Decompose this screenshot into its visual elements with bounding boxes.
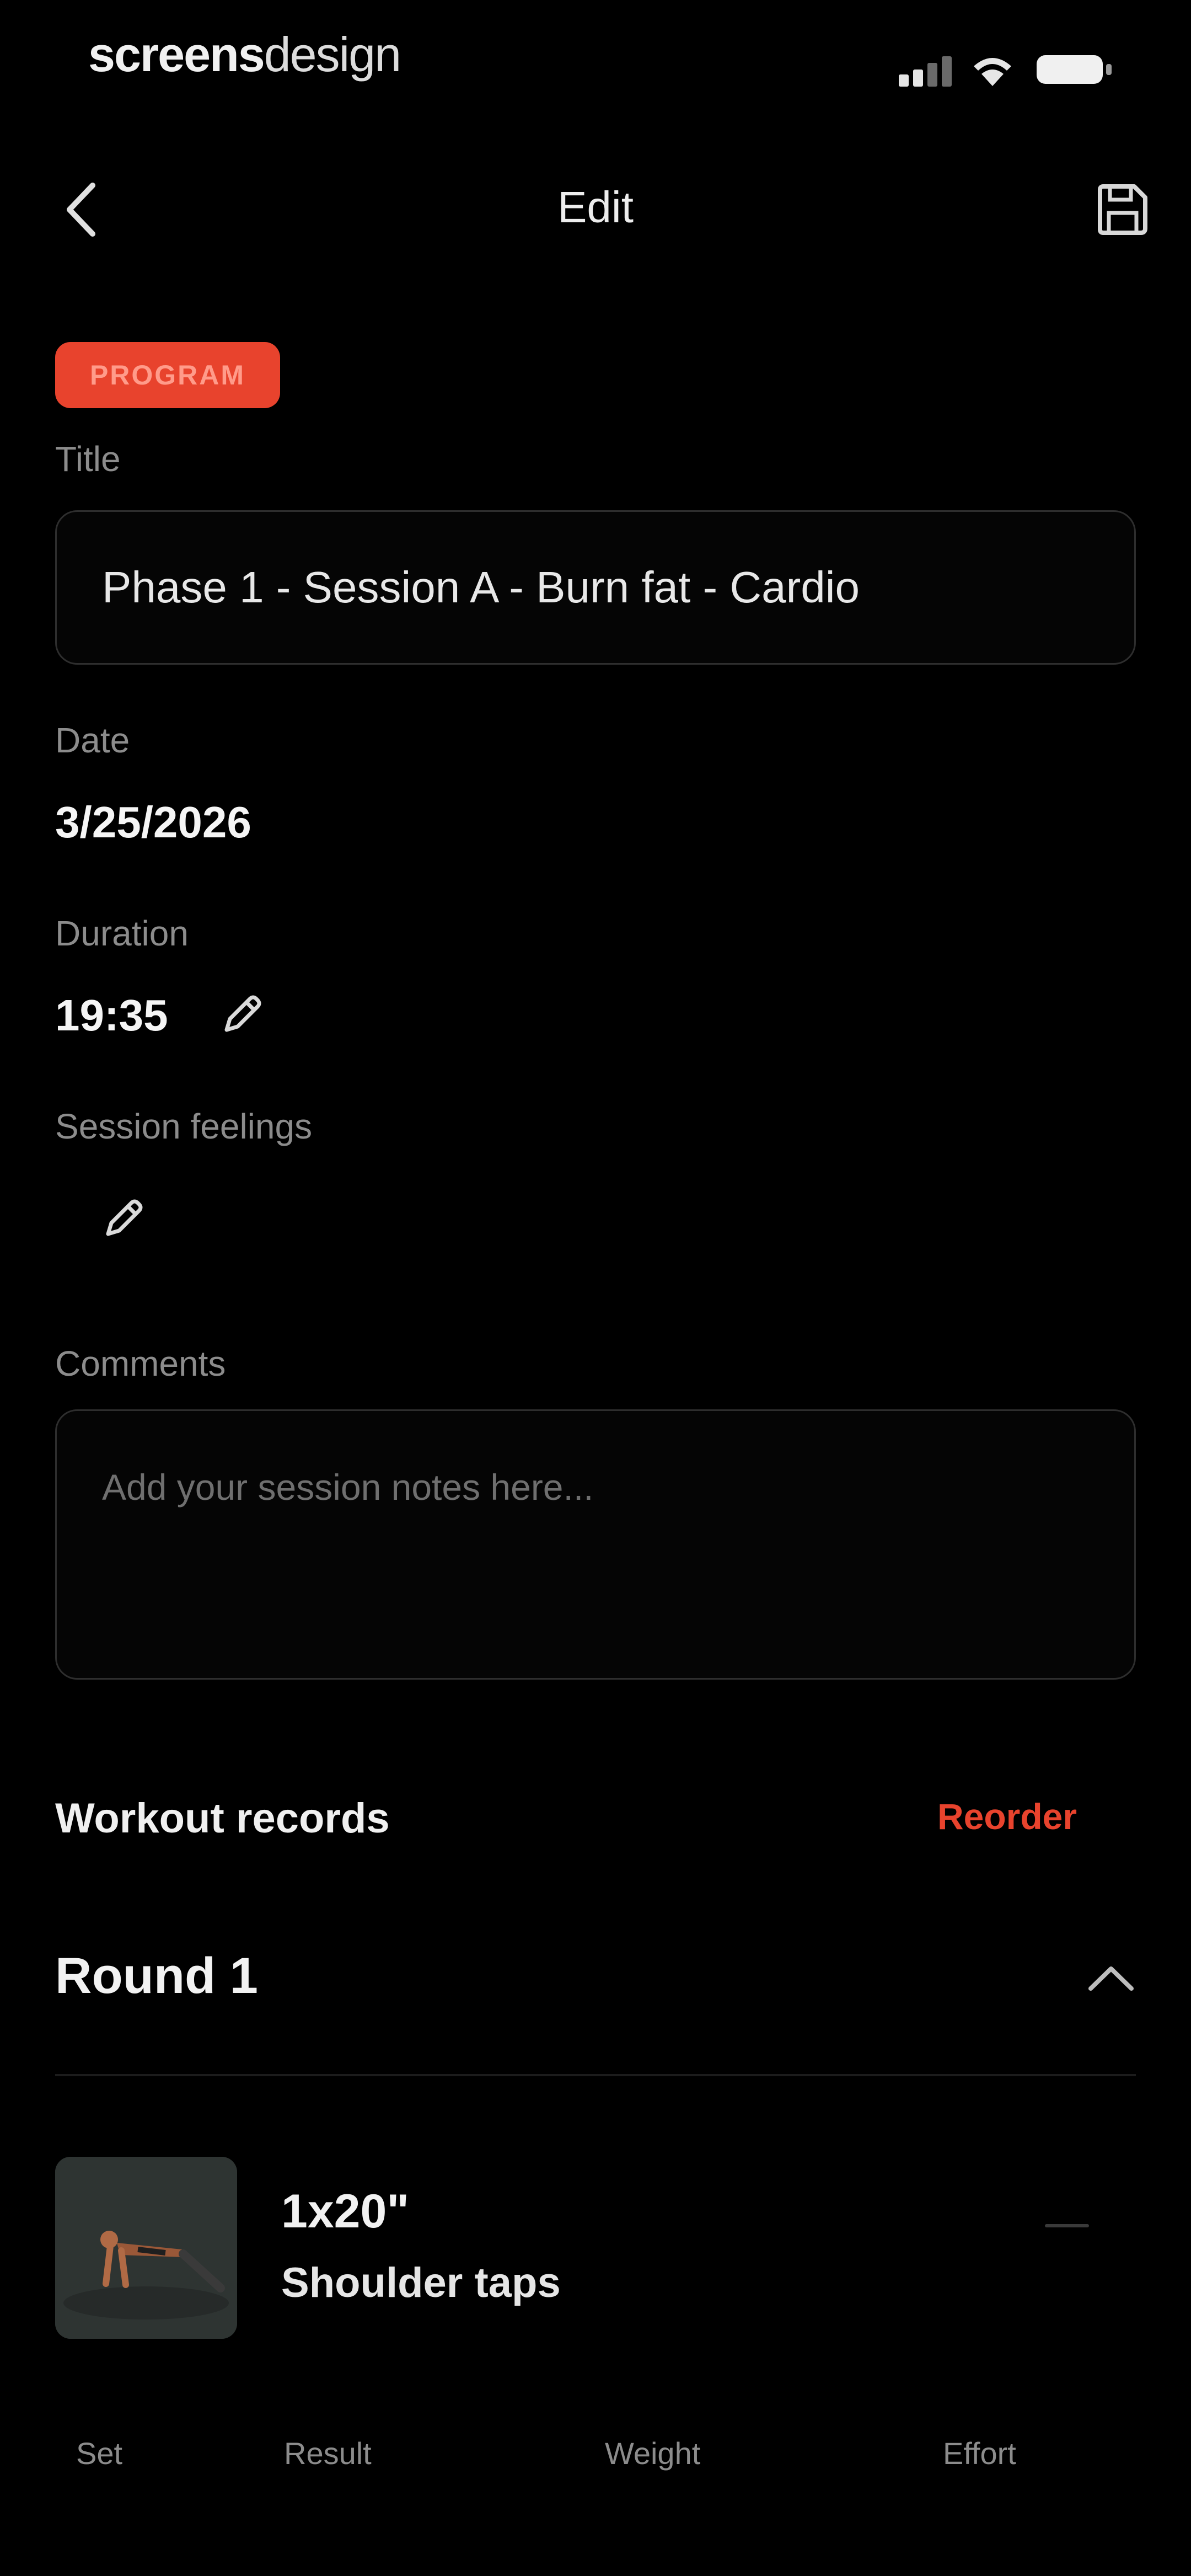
- title-label: Title: [55, 439, 121, 479]
- column-header-result: Result: [284, 2436, 372, 2471]
- duration-value: 19:35: [55, 991, 168, 1040]
- pencil-icon: [224, 995, 261, 1032]
- exercise-reps: 1x20": [281, 2185, 410, 2238]
- program-badge: PROGRAM: [55, 342, 280, 408]
- wifi-icon: [974, 58, 1011, 86]
- round-divider: [55, 2074, 1136, 2076]
- workout-records-title: Workout records: [55, 1795, 390, 1842]
- status-bar-icons: [899, 50, 1119, 88]
- exercise-thumbnail[interactable]: [55, 2157, 237, 2339]
- exercise-name: Shoulder taps: [281, 2259, 561, 2306]
- edit-duration-button[interactable]: [217, 990, 266, 1040]
- comments-textarea[interactable]: [102, 1466, 1095, 1654]
- duration-label: Duration: [55, 913, 189, 953]
- screensdesign-watermark: screensdesign: [88, 27, 401, 82]
- chevron-up-icon: [1088, 1966, 1134, 1991]
- date-value[interactable]: 3/25/2026: [55, 797, 251, 848]
- title-input[interactable]: [102, 512, 1095, 663]
- chevron-left-icon: [67, 183, 95, 237]
- floppy-disk-icon: [1098, 184, 1147, 235]
- battery-icon: [1037, 55, 1112, 84]
- back-button[interactable]: [55, 177, 110, 243]
- title-field[interactable]: [55, 510, 1136, 665]
- cellular-signal-icon: [899, 56, 952, 87]
- comments-label: Comments: [55, 1344, 226, 1383]
- column-header-weight: Weight: [605, 2436, 701, 2471]
- exercise-person-icon: [55, 2157, 237, 2339]
- more-horizontal-icon: [1045, 2224, 1089, 2227]
- date-label: Date: [55, 720, 130, 760]
- column-header-effort: Effort: [943, 2436, 1016, 2471]
- round-title[interactable]: Round 1: [55, 1947, 258, 2005]
- save-button[interactable]: [1095, 182, 1150, 237]
- reorder-button[interactable]: Reorder: [937, 1795, 1077, 1837]
- column-header-set: Set: [76, 2436, 123, 2471]
- pencil-icon: [106, 1199, 143, 1236]
- comments-field[interactable]: [55, 1409, 1136, 1680]
- exercise-more-button[interactable]: [1045, 2220, 1089, 2231]
- collapse-round-button[interactable]: [1081, 1955, 1141, 2000]
- edit-session-feelings-button[interactable]: [98, 1194, 148, 1244]
- page-title: Edit: [557, 183, 634, 232]
- session-feelings-label: Session feelings: [55, 1107, 313, 1146]
